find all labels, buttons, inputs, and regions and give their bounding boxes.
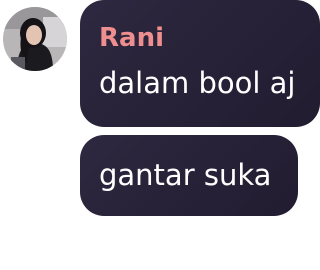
avatar-photo-icon [3, 7, 67, 71]
message-text: gantar suka [99, 158, 272, 192]
message-bubble[interactable]: Rani dalam bool aj [80, 0, 320, 127]
sender-name: Rani [99, 23, 164, 53]
chat-thread: Rani dalam bool aj gantar suka [0, 0, 320, 270]
avatar[interactable] [3, 7, 67, 71]
message-bubble[interactable]: gantar suka [80, 135, 298, 216]
message-text: dalam bool aj [99, 66, 296, 100]
